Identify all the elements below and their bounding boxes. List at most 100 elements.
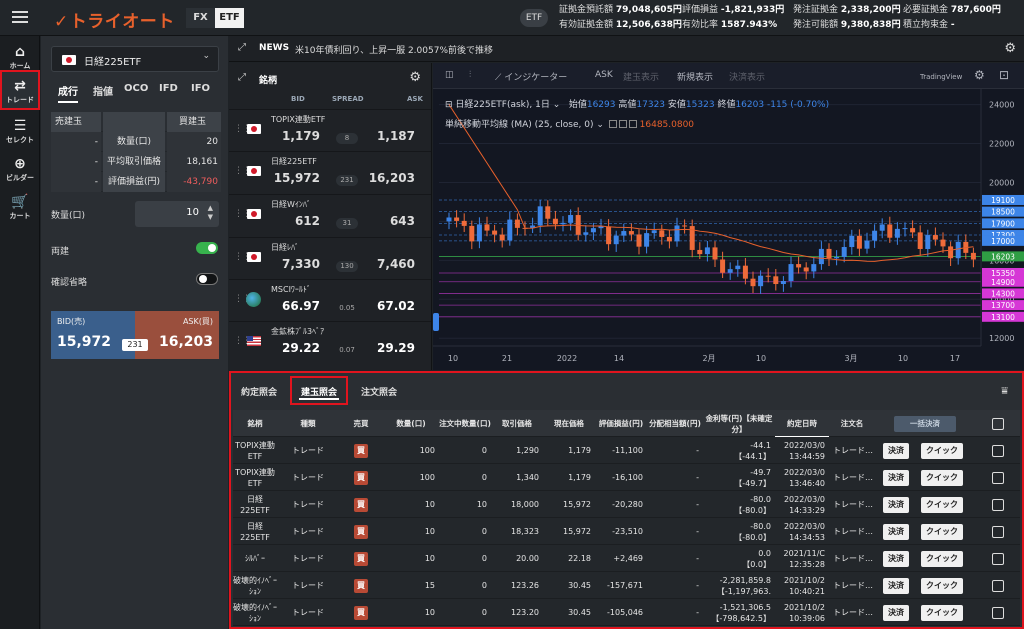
news-headline[interactable]: 米10年債利回り、上昇一服 2.0057%前後で推移 — [295, 43, 493, 56]
candle — [720, 259, 726, 273]
tab-orders[interactable]: 注文照会 — [361, 385, 397, 398]
tab-ifo[interactable]: IFO — [191, 83, 210, 94]
sort-date-header[interactable]: 約定日時 — [775, 410, 829, 437]
cell-datetime: 2021/11/C 12:35:28 — [783, 548, 825, 569]
table-row: 破壊的ｲﾉﾍﾞｰｼｮﾝ トレード 買 10 0 123.20 30.45 -105,046 - -… — [233, 599, 1020, 626]
hamburger-menu-icon[interactable] — [12, 11, 28, 23]
confirm-skip-toggle[interactable] — [196, 273, 218, 285]
row-checkbox[interactable] — [991, 498, 1004, 511]
cell-pending: 0 — [481, 473, 487, 482]
quick-settle-button[interactable]: クイック — [921, 523, 963, 540]
candle-type-icon[interactable]: ⫶ — [469, 70, 471, 80]
settle-button[interactable]: 決済 — [883, 577, 909, 594]
gear-icon[interactable]: ⚙ — [409, 70, 421, 85]
list-item[interactable]: ⋮⋮ MSCIﾜｰﾙﾄﾞ 66.97 0.05 67.02 — [229, 279, 431, 321]
expand-icon[interactable]: ⤢ — [238, 72, 246, 83]
table-row: TOPIX連動ETF トレード 買 100 0 1,340 1,179 -16,100 - -49… — [233, 464, 1020, 491]
rail-select[interactable]: ☰ セレクト — [0, 112, 40, 152]
candle — [682, 225, 688, 227]
quick-settle-button[interactable]: クイック — [921, 469, 963, 486]
logo[interactable]: ✓トライオート — [54, 7, 175, 32]
x-tick-label: 10 — [756, 354, 766, 363]
buy-sell-badge: 買 — [354, 497, 368, 512]
settle-button[interactable]: 決済 — [883, 496, 909, 513]
tab-executions[interactable]: 約定照会 — [241, 385, 277, 398]
row-checkbox[interactable] — [991, 606, 1004, 619]
filter-icon[interactable]: ⩸ — [1001, 384, 1008, 398]
quick-settle-button[interactable]: クイック — [921, 604, 963, 621]
tab-limit[interactable]: 指値 — [93, 83, 113, 98]
list-item[interactable]: ⋮⋮ 日経225ETF 15,972 231 16,203 — [229, 151, 431, 193]
symbol-select[interactable]: 日経225ETF ⌄ — [51, 46, 219, 72]
settle-button[interactable]: 決済 — [883, 550, 909, 567]
row-checkbox[interactable] — [991, 552, 1004, 565]
list-item[interactable]: ⋮⋮ 日経Wｲﾝﾊﾞ 612 31 643 — [229, 194, 431, 236]
price-tag-label: 18500 — [991, 208, 1015, 217]
select-all-checkbox[interactable] — [991, 417, 1004, 430]
show-positions-button[interactable]: 建玉表示 — [623, 70, 659, 83]
visibility-icon[interactable] — [608, 120, 617, 128]
rail-cart[interactable]: 🛒 カート — [0, 188, 40, 228]
candle — [773, 276, 779, 285]
stepper-arrows-icon[interactable]: ▲ ▼ — [208, 204, 213, 222]
settle-button[interactable]: 決済 — [883, 442, 909, 459]
list-item[interactable]: ⋮⋮ 日経ﾚﾊﾞ 7,330 130 7,460 — [229, 237, 431, 279]
price-tag-label: 16203 — [991, 252, 1015, 261]
qty-label: 数量(口) — [51, 211, 86, 221]
remove-icon[interactable] — [628, 120, 637, 128]
cell-distribution: - — [696, 500, 699, 509]
row-checkbox[interactable] — [991, 444, 1004, 457]
bid-sell-button[interactable]: BID(売) 15,972 — [51, 311, 135, 359]
candle — [856, 235, 862, 249]
candle — [879, 224, 885, 231]
quick-settle-button[interactable]: クイック — [921, 496, 963, 513]
list-item[interactable]: ⋮⋮ TOPIX連動ETF 1,179 8 1,187 — [229, 109, 431, 151]
gear-icon[interactable]: ⚙ — [1004, 41, 1016, 56]
settle-button[interactable]: 決済 — [883, 604, 909, 621]
settle-button[interactable]: 決済 — [883, 469, 909, 486]
chart-bars-icon[interactable]: ◫ — [445, 70, 454, 80]
indicator-button[interactable]: ⟋ インジケーター — [495, 70, 567, 83]
fx-toggle[interactable]: FX — [186, 8, 215, 28]
camera-icon[interactable]: ⊡ — [999, 68, 1009, 82]
candle — [552, 218, 558, 225]
hedge-toggle[interactable] — [196, 242, 218, 254]
row-checkbox[interactable] — [991, 471, 1004, 484]
buy-sell-badge: 買 — [354, 443, 368, 458]
show-settle-button[interactable]: 決済表示 — [729, 70, 765, 83]
ask-buy-button[interactable]: ASK(買) 16,203 — [135, 311, 219, 359]
candle — [659, 230, 665, 237]
expand-icon[interactable]: ⤢ — [238, 42, 246, 53]
quantity-stepper[interactable]: 10 ▲ ▼ — [135, 201, 219, 227]
tab-ifd[interactable]: IFD — [159, 83, 178, 94]
row-checkbox[interactable] — [991, 525, 1004, 538]
show-new-button[interactable]: 新規表示 — [677, 70, 713, 83]
rail-builder[interactable]: ⊕ ビルダー — [0, 150, 40, 190]
cell-current: 30.45 — [568, 581, 591, 590]
price-tag-label: 13700 — [991, 301, 1015, 310]
settings-icon[interactable] — [618, 120, 627, 128]
quick-settle-button[interactable]: クイック — [921, 442, 963, 459]
bulk-settle-button[interactable]: 一括決済 — [894, 415, 956, 432]
gear-icon[interactable]: ⚙ — [974, 68, 985, 82]
tab-oco[interactable]: OCO — [124, 83, 148, 94]
chart-scroll-handle[interactable] — [433, 313, 439, 331]
price-chart[interactable]: 2400022000200001800016000140001200019100… — [433, 63, 1024, 370]
list-item[interactable]: ⋮⋮ 金鉱株ﾌﾞﾙ3ﾍﾞｱ 29.22 0.07 29.29 — [229, 321, 431, 363]
tab-market[interactable]: 成行 — [58, 83, 78, 103]
quick-settle-button[interactable]: クイック — [921, 577, 963, 594]
tradingview-logo: TradingView — [920, 73, 963, 81]
cell-order-name: トレード… — [833, 527, 873, 536]
cell-qty: 10 — [424, 554, 435, 563]
etf-toggle[interactable]: ETF — [215, 8, 244, 28]
collapse-icon[interactable]: ⊟ — [445, 100, 453, 110]
quick-settle-button[interactable]: クイック — [921, 550, 963, 567]
cell-current: 30.45 — [568, 608, 591, 617]
cell-current: 22.18 — [568, 554, 591, 563]
rail-trade[interactable]: ⇄ トレード — [0, 70, 40, 110]
row-checkbox[interactable] — [991, 579, 1004, 592]
candle — [568, 215, 574, 223]
settle-button[interactable]: 決済 — [883, 523, 909, 540]
ask-button[interactable]: ASK — [595, 70, 613, 80]
tab-open-positions[interactable]: 建玉照会 — [290, 376, 349, 405]
